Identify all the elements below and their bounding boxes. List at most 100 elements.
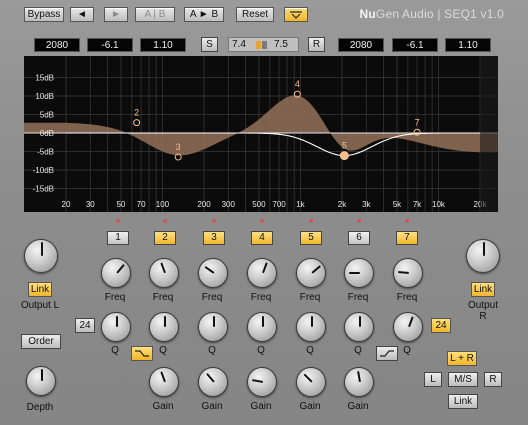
q-knob-7[interactable] [393,312,423,342]
reset-button[interactable]: Reset [236,7,274,22]
freq-knob-6-indicator [349,272,360,274]
band-button-5[interactable]: 5 [300,231,322,245]
freq-label: Freq [396,292,418,303]
db-tick-label: 10dB [35,92,54,101]
freq-knob-3[interactable] [198,258,228,288]
freq-tick-label: 500 [252,200,266,209]
bypass-button[interactable]: Bypass [24,7,64,22]
q-knob-2[interactable] [149,312,179,342]
freq-knob-7-indicator [397,271,410,274]
right-gain-display[interactable]: -6.1 [392,38,438,52]
freq-label: Freq [152,292,174,303]
band-button-4[interactable]: 4 [251,231,273,245]
q-knob-2-indicator [164,316,166,327]
q-knob-5[interactable] [296,312,326,342]
left-q-display[interactable]: 1.10 [140,38,186,52]
freq-knob-7[interactable] [393,258,423,288]
q-knob-4[interactable] [247,312,277,342]
eq-node-handle[interactable] [339,151,349,161]
freq-knob-1-indicator [116,263,125,274]
band-led [212,219,216,223]
lr-mode-button[interactable]: L + R [447,351,477,366]
freq-tick-label: 7k [413,200,422,209]
band-button-6[interactable]: 6 [348,231,370,245]
link-r-button[interactable]: Link [471,282,495,297]
q-knob-6[interactable] [344,312,374,342]
slope-bar-left [256,41,261,49]
undo-button[interactable]: ◄ [70,7,94,22]
gain-knob-3-indicator [206,372,215,383]
q-label: Q [159,345,167,356]
q-label: Q [306,345,314,356]
left-freq-display[interactable]: 2080 [34,38,80,52]
gain-knob-6[interactable] [344,367,374,397]
r-button[interactable]: R [308,37,325,52]
freq-tick-label: 50 [116,200,125,209]
freq-knob-4[interactable] [247,258,277,288]
q-label: Q [257,345,265,356]
band-led [163,219,167,223]
gain-label: Gain [347,401,369,412]
q-label: Q [354,345,362,356]
brand-company: Gen Audio [375,7,434,21]
output-r-label: Output R [467,300,499,322]
slope-display[interactable]: 7.4 7.5 [228,37,299,52]
slope-24-right-button[interactable]: 24 [431,318,451,333]
gain-knob-2[interactable] [149,367,179,397]
output-l-indicator [41,242,43,256]
q-knob-4-indicator [262,316,264,327]
q-knob-3-indicator [213,316,215,327]
slope-24-left-button[interactable]: 24 [75,318,95,333]
eq-graph[interactable]: 15dB 10dB 5dB 0dB -5dB -10dB -15dB 20 30 50 70 100… [24,56,498,212]
link-l-button[interactable]: Link [28,282,52,297]
stereo-link-button[interactable]: Link [448,394,478,409]
ab-copy-button[interactable]: A ► B [184,7,224,22]
gain-label: Gain [299,401,321,412]
depth-knob[interactable] [26,366,56,396]
db-tick-label: 5dB [40,111,54,120]
s-button[interactable]: S [201,37,218,52]
r-mode-button[interactable]: R [484,372,502,387]
band-button-1[interactable]: 1 [107,231,129,245]
q-knob-1-indicator [116,316,118,327]
q-label: Q [403,345,411,356]
freq-knob-6[interactable] [344,258,374,288]
output-r-knob[interactable] [466,239,500,273]
freq-knob-5[interactable] [296,258,326,288]
freq-label: Freq [250,292,272,303]
freq-tick-label: 2k [338,200,347,209]
freq-knob-4-indicator [262,262,268,274]
left-gain-display[interactable]: -6.1 [87,38,133,52]
freq-label: Freq [299,292,321,303]
band-button-2[interactable]: 2 [154,231,176,245]
right-q-display[interactable]: 1.10 [445,38,491,52]
db-tick-label: -10dB [33,166,54,175]
right-freq-display[interactable]: 2080 [338,38,384,52]
q-knob-1[interactable] [101,312,131,342]
freq-knob-2[interactable] [149,258,179,288]
output-r-indicator [483,242,485,256]
l-mode-button[interactable]: L [424,372,442,387]
gain-knob-5[interactable] [296,367,326,397]
band-led [260,219,264,223]
output-l-knob[interactable] [24,239,58,273]
output-l-label: Output L [20,300,60,311]
freq-tick-label: 20 [62,200,71,209]
gain-label: Gain [201,401,223,412]
freq-knob-1[interactable] [101,258,131,288]
gain-knob-4[interactable] [247,367,277,397]
q-knob-5-indicator [311,316,313,327]
ms-mode-button[interactable]: M/S [448,372,478,387]
band-button-3[interactable]: 3 [203,231,225,245]
slope-bar-right [262,41,267,49]
ab-compare-button[interactable]: A | B [135,7,175,22]
freq-tick-label: 5k [393,200,402,209]
redo-button[interactable]: ► [104,7,128,22]
dropdown-icon[interactable] [284,7,308,22]
brand-nu: Nu [359,7,376,21]
gain-knob-3[interactable] [198,367,228,397]
freq-knob-5-indicator [311,265,322,274]
order-button[interactable]: Order [21,334,61,349]
q-knob-3[interactable] [198,312,228,342]
band-button-7[interactable]: 7 [396,231,418,245]
